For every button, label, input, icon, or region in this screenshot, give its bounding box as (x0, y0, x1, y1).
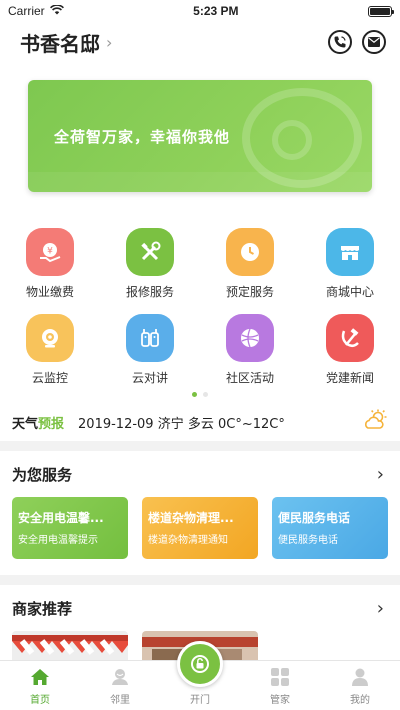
chevron-right-icon: › (376, 597, 384, 619)
neighbors-icon (109, 666, 131, 688)
cloud-sun-icon (364, 409, 388, 435)
grid-item-property-fee[interactable]: ¥ 物业缴费 (0, 228, 100, 300)
tab-open-door[interactable]: 开门 (160, 641, 240, 710)
carrier-label: Carrier (8, 4, 45, 18)
tab-home[interactable]: 首页 (0, 661, 80, 710)
clock-icon (226, 228, 274, 276)
tab-label: 首页 (30, 695, 50, 706)
service-card[interactable]: 楼道杂物清理... 楼道杂物清理通知 (142, 497, 258, 559)
tab-label: 邻里 (110, 695, 130, 706)
grid-label: 物业缴费 (25, 285, 74, 299)
weather-bar[interactable]: 天气预报 2019-12-09 济宁 多云 0C°~12C° (0, 403, 400, 441)
message-button[interactable] (362, 30, 386, 54)
repair-tools-icon (126, 228, 174, 276)
section-divider (0, 575, 400, 585)
banner-slogan: 全荷智万家，幸福你我他 (54, 127, 231, 146)
banner-decoration (272, 120, 312, 160)
svg-text:¥: ¥ (47, 247, 53, 257)
grid-item-booking[interactable]: 预定服务 (200, 228, 300, 300)
page-dot[interactable] (203, 392, 208, 397)
grid-apps-icon (269, 666, 291, 688)
grid-label: 预定服务 (225, 285, 274, 299)
service-title: 便民服务电话 (278, 511, 351, 525)
chevron-right-icon: › (376, 463, 384, 485)
tab-label: 我的 (350, 695, 370, 706)
page-title: 书香名邸 (20, 31, 100, 56)
grid-label: 商城中心 (325, 285, 374, 299)
service-subtitle: 安全用电温馨提示 (18, 535, 98, 546)
bottom-tab-bar: 首页 邻里 开门 管家 我的 (0, 641, 400, 710)
walkie-talkie-icon (126, 314, 174, 362)
property-fee-icon: ¥ (26, 228, 74, 276)
service-card[interactable]: 安全用电温馨... 安全用电温馨提示 (12, 497, 128, 559)
grid-page-indicator (0, 392, 400, 397)
section-title: 为您服务 (12, 465, 73, 484)
tab-label: 开门 (190, 695, 210, 706)
service-card[interactable]: 便民服务电话 便民服务电话 (272, 497, 388, 559)
hammer-sickle-icon (326, 314, 374, 362)
grid-label: 党建新闻 (325, 371, 374, 385)
user-icon (349, 666, 371, 688)
grid-item-party-news[interactable]: 党建新闻 (300, 314, 400, 386)
services-list: 安全用电温馨... 安全用电温馨提示 楼道杂物清理... 楼道杂物清理通知 便民… (0, 497, 400, 559)
grid-item-mall[interactable]: 商城中心 (300, 228, 400, 300)
camera-icon (26, 314, 74, 362)
unlock-button[interactable] (177, 641, 223, 687)
phone-button[interactable] (328, 30, 352, 54)
function-grid: ¥ 物业缴费 报修服务 预定服务 商城中心 云监控 云对讲 社区活动 党建新闻 (0, 228, 400, 386)
service-subtitle: 楼道杂物清理通知 (148, 535, 228, 546)
grid-label: 报修服务 (125, 285, 174, 299)
phone-icon (334, 36, 346, 48)
section-divider (0, 441, 400, 451)
tab-butler[interactable]: 管家 (240, 661, 320, 710)
service-subtitle: 便民服务电话 (278, 535, 338, 546)
grid-item-repair[interactable]: 报修服务 (100, 228, 200, 300)
weather-text: 2019-12-09 济宁 多云 0C°~12C° (78, 416, 285, 432)
home-icon (29, 666, 51, 688)
grid-label: 社区活动 (225, 371, 274, 385)
promo-banner[interactable]: 全荷智万家，幸福你我他 (28, 80, 372, 192)
community-selector[interactable]: 书香名邸 › (20, 28, 112, 57)
tab-neighbors[interactable]: 邻里 (80, 661, 160, 710)
ball-icon (226, 314, 274, 362)
services-header[interactable]: 为您服务 › (0, 451, 400, 497)
banner-decoration (28, 172, 372, 192)
store-icon (326, 228, 374, 276)
clock: 5:23 PM (193, 4, 239, 18)
tab-profile[interactable]: 我的 (320, 661, 400, 710)
grid-label: 云对讲 (131, 371, 168, 385)
grid-item-monitor[interactable]: 云监控 (0, 314, 100, 386)
unlock-icon (191, 655, 209, 673)
service-title: 安全用电温馨... (18, 511, 104, 525)
wifi-icon (49, 4, 64, 18)
grid-item-intercom[interactable]: 云对讲 (100, 314, 200, 386)
merchants-header[interactable]: 商家推荐 › (0, 585, 400, 631)
tab-label: 管家 (270, 695, 290, 706)
chevron-right-icon: › (106, 32, 113, 52)
weather-brand: 天气预报 (12, 416, 65, 432)
page-dot[interactable] (192, 392, 197, 397)
grid-label: 云监控 (31, 371, 68, 385)
grid-item-activities[interactable]: 社区活动 (200, 314, 300, 386)
service-title: 楼道杂物清理... (148, 511, 234, 525)
battery-icon (368, 5, 394, 17)
status-bar: Carrier 5:23 PM (0, 0, 400, 22)
section-title: 商家推荐 (12, 599, 73, 618)
mail-icon (368, 37, 380, 47)
app-header: 书香名邸 › (0, 22, 400, 62)
